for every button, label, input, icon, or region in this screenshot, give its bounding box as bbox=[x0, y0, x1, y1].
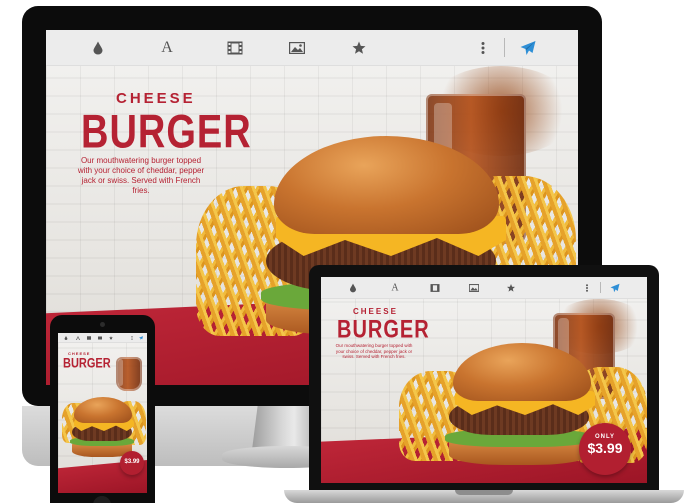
ad-headline-large: BURGER bbox=[81, 106, 252, 159]
text-icon[interactable]: A bbox=[161, 39, 173, 57]
star-icon[interactable] bbox=[109, 335, 113, 340]
price-badge: $3.99 bbox=[120, 451, 144, 475]
film-icon[interactable] bbox=[227, 41, 243, 54]
droplet-icon[interactable] bbox=[350, 283, 356, 292]
laptop-toolbar: A bbox=[321, 277, 647, 299]
ad-creative: CHEESE BURGER $3.99 bbox=[58, 343, 147, 493]
ad-headline-small: CHEESE bbox=[116, 90, 196, 107]
phone-home-button[interactable] bbox=[93, 496, 111, 503]
laptop: A CHEESE BURGER Our mouthwatering burger… bbox=[309, 265, 659, 495]
editor-toolbar: A bbox=[46, 30, 578, 66]
soda-glass bbox=[116, 357, 142, 391]
phone-screen: CHEESE BURGER $3.99 bbox=[58, 333, 147, 493]
more-vertical-icon[interactable] bbox=[131, 335, 133, 340]
ad-description: Our mouthwatering burger topped with you… bbox=[335, 343, 413, 360]
image-icon[interactable] bbox=[289, 41, 305, 54]
price-value: $3.99 bbox=[587, 440, 623, 456]
star-icon[interactable] bbox=[507, 283, 516, 292]
star-icon[interactable] bbox=[352, 41, 366, 54]
ad-headline-small: CHEESE bbox=[353, 307, 398, 316]
laptop-notch bbox=[455, 490, 513, 495]
more-vertical-icon[interactable] bbox=[481, 41, 485, 54]
price-value: $3.99 bbox=[124, 459, 140, 465]
phone-toolbar bbox=[58, 333, 147, 343]
ad-description: Our mouthwatering burger topped with you… bbox=[77, 156, 205, 195]
send-icon[interactable] bbox=[520, 40, 536, 55]
phone-camera bbox=[100, 322, 105, 327]
ad-headline-large: BURGER bbox=[337, 316, 430, 344]
film-icon[interactable] bbox=[430, 283, 440, 292]
text-icon[interactable]: A bbox=[391, 282, 398, 293]
send-icon[interactable] bbox=[610, 283, 620, 292]
send-icon[interactable] bbox=[139, 335, 143, 340]
droplet-icon[interactable] bbox=[64, 335, 68, 340]
toolbar-divider bbox=[504, 37, 505, 58]
toolbar-divider bbox=[600, 281, 601, 294]
droplet-icon[interactable] bbox=[93, 41, 103, 54]
image-icon[interactable] bbox=[98, 336, 102, 340]
more-vertical-icon[interactable] bbox=[586, 283, 589, 292]
image-icon[interactable] bbox=[469, 283, 479, 292]
ad-creative: CHEESE BURGER Our mouthwatering burger t… bbox=[321, 299, 647, 483]
text-icon[interactable] bbox=[76, 335, 80, 340]
devices-mockup: A CHEESE BURGER Our mouthwatering burger… bbox=[0, 0, 691, 503]
smartphone: CHEESE BURGER $3.99 bbox=[50, 315, 155, 503]
ad-headline-large: BURGER bbox=[63, 356, 111, 371]
film-icon[interactable] bbox=[87, 335, 91, 340]
price-badge: ONLY $3.99 bbox=[579, 423, 631, 475]
laptop-screen: A CHEESE BURGER Our mouthwatering burger… bbox=[321, 277, 647, 483]
